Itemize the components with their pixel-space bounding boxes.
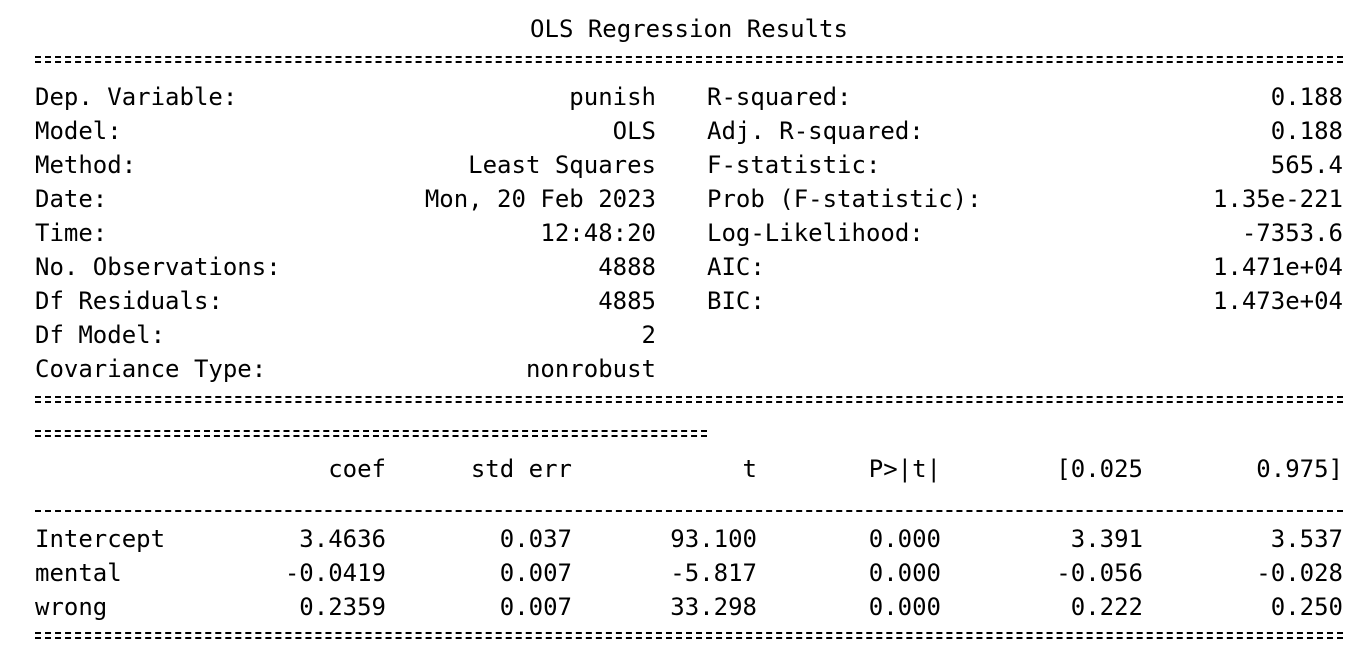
summary-left-value: punish <box>569 83 656 111</box>
coef-column-header: std err <box>470 455 572 483</box>
coef-column-header: 0.975] <box>1256 455 1343 483</box>
summary-right-label: AIC: <box>707 253 765 281</box>
summary-left-label: Df Model: <box>35 321 166 349</box>
summary-left-label: Model: <box>35 117 122 145</box>
coef-cell: 93.100 <box>670 525 757 553</box>
summary-left-label: No. Observations: <box>35 253 281 281</box>
coef-row-name: mental <box>35 559 122 587</box>
coef-row-name: Intercept <box>35 525 166 553</box>
summary-right-label: BIC: <box>707 287 765 315</box>
coef-cell: 0.007 <box>499 593 572 621</box>
summary-right-label: Log-Likelihood: <box>707 219 924 247</box>
summary-left-value: Mon, 20 Feb 2023 <box>424 185 656 213</box>
coef-cell: 0.000 <box>868 593 941 621</box>
coef-cell: 0.2359 <box>299 593 386 621</box>
summary-right-value: 1.473e+04 <box>1212 287 1343 315</box>
summary-right-value: 1.471e+04 <box>1212 253 1343 281</box>
summary-left-value: 4888 <box>598 253 656 281</box>
summary-left-label: Method: <box>35 151 137 179</box>
table-title: OLS Regression Results <box>530 15 848 43</box>
summary-left-label: Covariance Type: <box>35 355 267 383</box>
coef-cell: 0.250 <box>1270 593 1343 621</box>
coef-cell: -0.028 <box>1256 559 1343 587</box>
coef-row-name: wrong <box>35 593 108 621</box>
double-rule-bottom <box>35 632 1343 639</box>
summary-right-label: R-squared: <box>707 83 852 111</box>
coef-cell: -0.056 <box>1056 559 1143 587</box>
summary-right-value: -7353.6 <box>1241 219 1343 247</box>
summary-left-value: Least Squares <box>468 151 656 179</box>
coef-column-header: P>|t| <box>868 455 941 483</box>
coef-column-header: coef <box>328 455 386 483</box>
summary-right-label: Adj. R-squared: <box>707 117 924 145</box>
coef-column-header: [0.025 <box>1056 455 1143 483</box>
coef-cell: 33.298 <box>670 593 757 621</box>
coef-cell: 0.222 <box>1070 593 1143 621</box>
summary-left-label: Date: <box>35 185 108 213</box>
summary-left-value: 4885 <box>598 287 656 315</box>
summary-left-value: nonrobust <box>525 355 656 383</box>
double-rule-mid <box>35 396 1343 403</box>
coef-cell: 3.4636 <box>299 525 386 553</box>
summary-left-value: 2 <box>641 321 656 349</box>
double-rule-top <box>35 56 1343 63</box>
coef-cell: 3.391 <box>1070 525 1143 553</box>
coef-cell: -0.0419 <box>284 559 386 587</box>
summary-right-value: 0.188 <box>1270 117 1343 145</box>
summary-right-value: 1.35e-221 <box>1212 185 1343 213</box>
single-rule-header <box>35 510 1343 512</box>
double-rule-partial <box>35 430 707 437</box>
coef-cell: -5.817 <box>670 559 757 587</box>
summary-left-label: Dep. Variable: <box>35 83 238 111</box>
summary-left-label: Time: <box>35 219 108 247</box>
summary-left-value: OLS <box>612 117 656 145</box>
summary-right-value: 565.4 <box>1270 151 1343 179</box>
coef-cell: 3.537 <box>1270 525 1343 553</box>
summary-left-label: Df Residuals: <box>35 287 223 315</box>
coef-cell: 0.000 <box>868 525 941 553</box>
summary-left-value: 12:48:20 <box>540 219 656 247</box>
summary-right-value: 0.188 <box>1270 83 1343 111</box>
coef-cell: 0.007 <box>499 559 572 587</box>
coef-cell: 0.000 <box>868 559 941 587</box>
summary-right-label: F-statistic: <box>707 151 881 179</box>
coef-column-header: t <box>742 455 757 483</box>
coef-cell: 0.037 <box>499 525 572 553</box>
summary-right-label: Prob (F-statistic): <box>707 185 982 213</box>
